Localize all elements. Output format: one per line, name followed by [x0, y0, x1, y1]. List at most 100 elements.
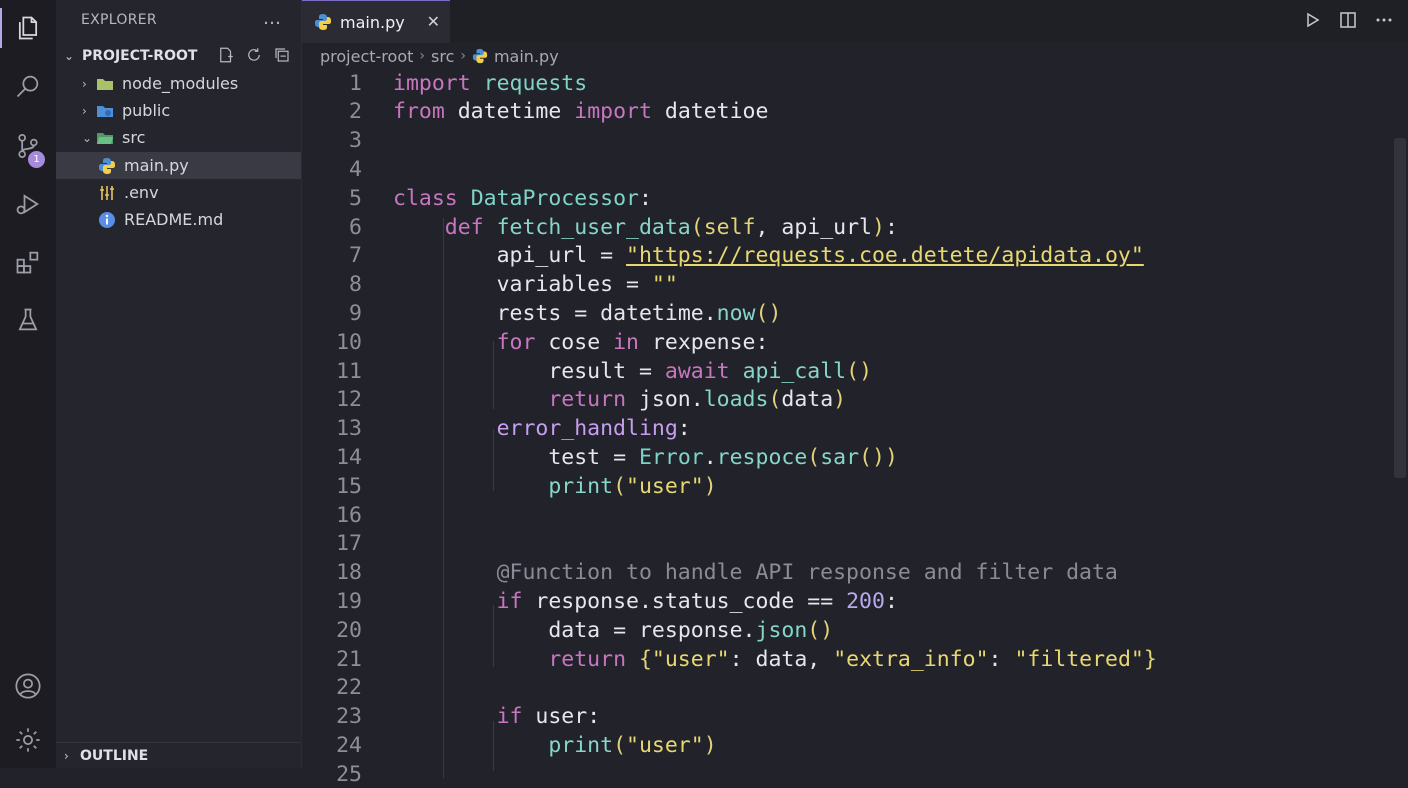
code-text: result = await api_call() — [548, 358, 873, 384]
tree-item-label: main.py — [124, 156, 189, 175]
code-line[interactable]: 16 — [302, 501, 1392, 529]
chevron-right-icon: › — [419, 48, 425, 64]
account-icon[interactable] — [0, 658, 56, 714]
info-icon — [98, 211, 116, 229]
code-line[interactable]: 15 print("user") — [302, 472, 1392, 500]
code-line[interactable]: 5 class DataProcessor: — [302, 184, 1392, 212]
explorer-title: EXPLORER — [81, 12, 157, 28]
code-line[interactable]: 3 — [302, 127, 1392, 155]
code-line[interactable]: 14 test = Error.respoce(sar()) — [302, 443, 1392, 471]
tree-item-label: README.md — [124, 210, 224, 229]
code-text: for cose in rexpense: — [496, 329, 769, 355]
activity-bar: 1 — [0, 0, 57, 768]
code-line[interactable]: 6 def fetch_user_data(self, api_url): — [302, 213, 1392, 241]
line-number: 7 — [349, 243, 362, 269]
line-number: 15 — [336, 473, 362, 499]
code-text: data = response.json() — [548, 617, 834, 643]
breadcrumb-main-py[interactable]: main.py — [494, 47, 559, 66]
settings-gear-icon[interactable] — [0, 712, 56, 768]
code-text: error_handling: — [496, 416, 691, 442]
code-line[interactable]: 12 return json.loads(data) — [302, 386, 1392, 414]
code-text: return json.loads(data) — [548, 387, 847, 413]
code-line[interactable]: 23 if user: — [302, 703, 1392, 731]
tab-main-py[interactable]: main.py ✕ — [302, 0, 450, 43]
line-number: 20 — [336, 617, 362, 643]
code-line[interactable]: 1 import requests — [302, 69, 1392, 97]
line-number: 5 — [349, 185, 362, 211]
split-editor-icon[interactable] — [1338, 10, 1358, 34]
chevron-right-icon: › — [460, 48, 466, 64]
explorer-sidebar: EXPLORER … ⌄ PROJECT-ROOT › node_modules… — [56, 0, 302, 768]
close-icon[interactable]: ✕ — [427, 12, 440, 31]
tree-item-node-modules[interactable]: › node_modules — [56, 70, 301, 97]
code-line[interactable]: 13 error_handling: — [302, 415, 1392, 443]
more-actions-icon[interactable] — [1374, 10, 1394, 34]
code-line[interactable]: 4 — [302, 155, 1392, 183]
line-number: 16 — [336, 502, 362, 528]
source-control-badge: 1 — [28, 151, 45, 168]
breadcrumb-src[interactable]: src — [431, 47, 454, 66]
tree-item-public[interactable]: › public — [56, 97, 301, 124]
vertical-scrollbar[interactable] — [1394, 138, 1406, 478]
code-line[interactable]: 22 — [302, 674, 1392, 702]
collapse-all-icon[interactable] — [273, 46, 291, 68]
python-file-icon — [98, 157, 116, 175]
code-editor[interactable]: 1 import requests 2 from datetime import da… — [302, 68, 1408, 787]
line-number: 4 — [349, 156, 362, 182]
testing-flask-icon[interactable] — [0, 292, 56, 348]
code-line[interactable]: 18 @Function to handle API response and … — [302, 559, 1392, 587]
outline-section[interactable]: › OUTLINE — [56, 742, 301, 769]
chevron-right-icon: › — [82, 76, 87, 91]
line-number: 10 — [336, 329, 362, 355]
folder-icon — [96, 75, 114, 93]
code-line[interactable]: 9 rests = datetime.now() — [302, 299, 1392, 327]
source-control-icon[interactable]: 1 — [0, 118, 56, 174]
new-file-icon[interactable] — [217, 46, 235, 68]
line-number: 25 — [336, 761, 362, 787]
code-text: def fetch_user_data(self, api_url): — [444, 214, 898, 240]
code-line[interactable]: 8 variables = "" — [302, 271, 1392, 299]
line-number: 3 — [349, 128, 362, 154]
explorer-icon[interactable] — [0, 0, 56, 56]
run-icon[interactable] — [1302, 10, 1322, 34]
project-root-folder[interactable]: ⌄ PROJECT-ROOT — [56, 42, 301, 70]
env-settings-icon — [98, 184, 116, 202]
code-line[interactable]: 17 — [302, 530, 1392, 558]
code-text: test = Error.respoce(sar()) — [548, 444, 898, 470]
code-line[interactable]: 2 from datetime import datetioe — [302, 98, 1392, 126]
line-number: 23 — [336, 704, 362, 730]
tree-item-main-py[interactable]: main.py — [56, 152, 301, 179]
chevron-down-icon: ⌄ — [82, 130, 93, 145]
line-number: 8 — [349, 272, 362, 298]
breadcrumb-project-root[interactable]: project-root — [320, 47, 413, 66]
explorer-more-button[interactable]: … — [263, 8, 281, 29]
tree-item-src[interactable]: ⌄ src — [56, 124, 301, 151]
tree-item-env[interactable]: .env — [56, 179, 301, 206]
code-line[interactable]: 20 data = response.json() — [302, 616, 1392, 644]
code-text: @Function to handle API response and fil… — [496, 560, 1118, 586]
breadcrumb: project-root › src › main.py — [320, 44, 559, 68]
tree-item-label: .env — [124, 183, 159, 202]
line-number: 18 — [336, 560, 362, 586]
line-number: 2 — [349, 99, 362, 125]
python-file-icon — [314, 13, 332, 31]
extensions-icon[interactable] — [0, 234, 56, 290]
search-icon[interactable] — [0, 58, 56, 114]
code-text: if response.status_code == 200: — [496, 588, 898, 614]
run-debug-icon[interactable] — [0, 176, 56, 232]
line-number: 22 — [336, 675, 362, 701]
code-line[interactable]: 25 — [302, 760, 1392, 788]
code-line[interactable]: 19 if response.status_code == 200: — [302, 587, 1392, 615]
code-line[interactable]: 7 api_url = "https://requests.coe.detete… — [302, 242, 1392, 270]
folder-public-icon — [96, 102, 114, 120]
tree-item-readme[interactable]: README.md — [56, 206, 301, 233]
code-line[interactable]: 24 print("user") — [302, 731, 1392, 759]
code-line[interactable]: 10 for cose in rexpense: — [302, 328, 1392, 356]
outline-title: OUTLINE — [80, 748, 149, 764]
tab-label: main.py — [340, 12, 405, 32]
chevron-down-icon: ⌄ — [64, 49, 75, 63]
code-line[interactable]: 11 result = await api_call() — [302, 357, 1392, 385]
code-line[interactable]: 21 return {"user": data, "extra_info": "… — [302, 645, 1392, 673]
refresh-icon[interactable] — [245, 46, 263, 68]
line-number: 24 — [336, 732, 362, 758]
